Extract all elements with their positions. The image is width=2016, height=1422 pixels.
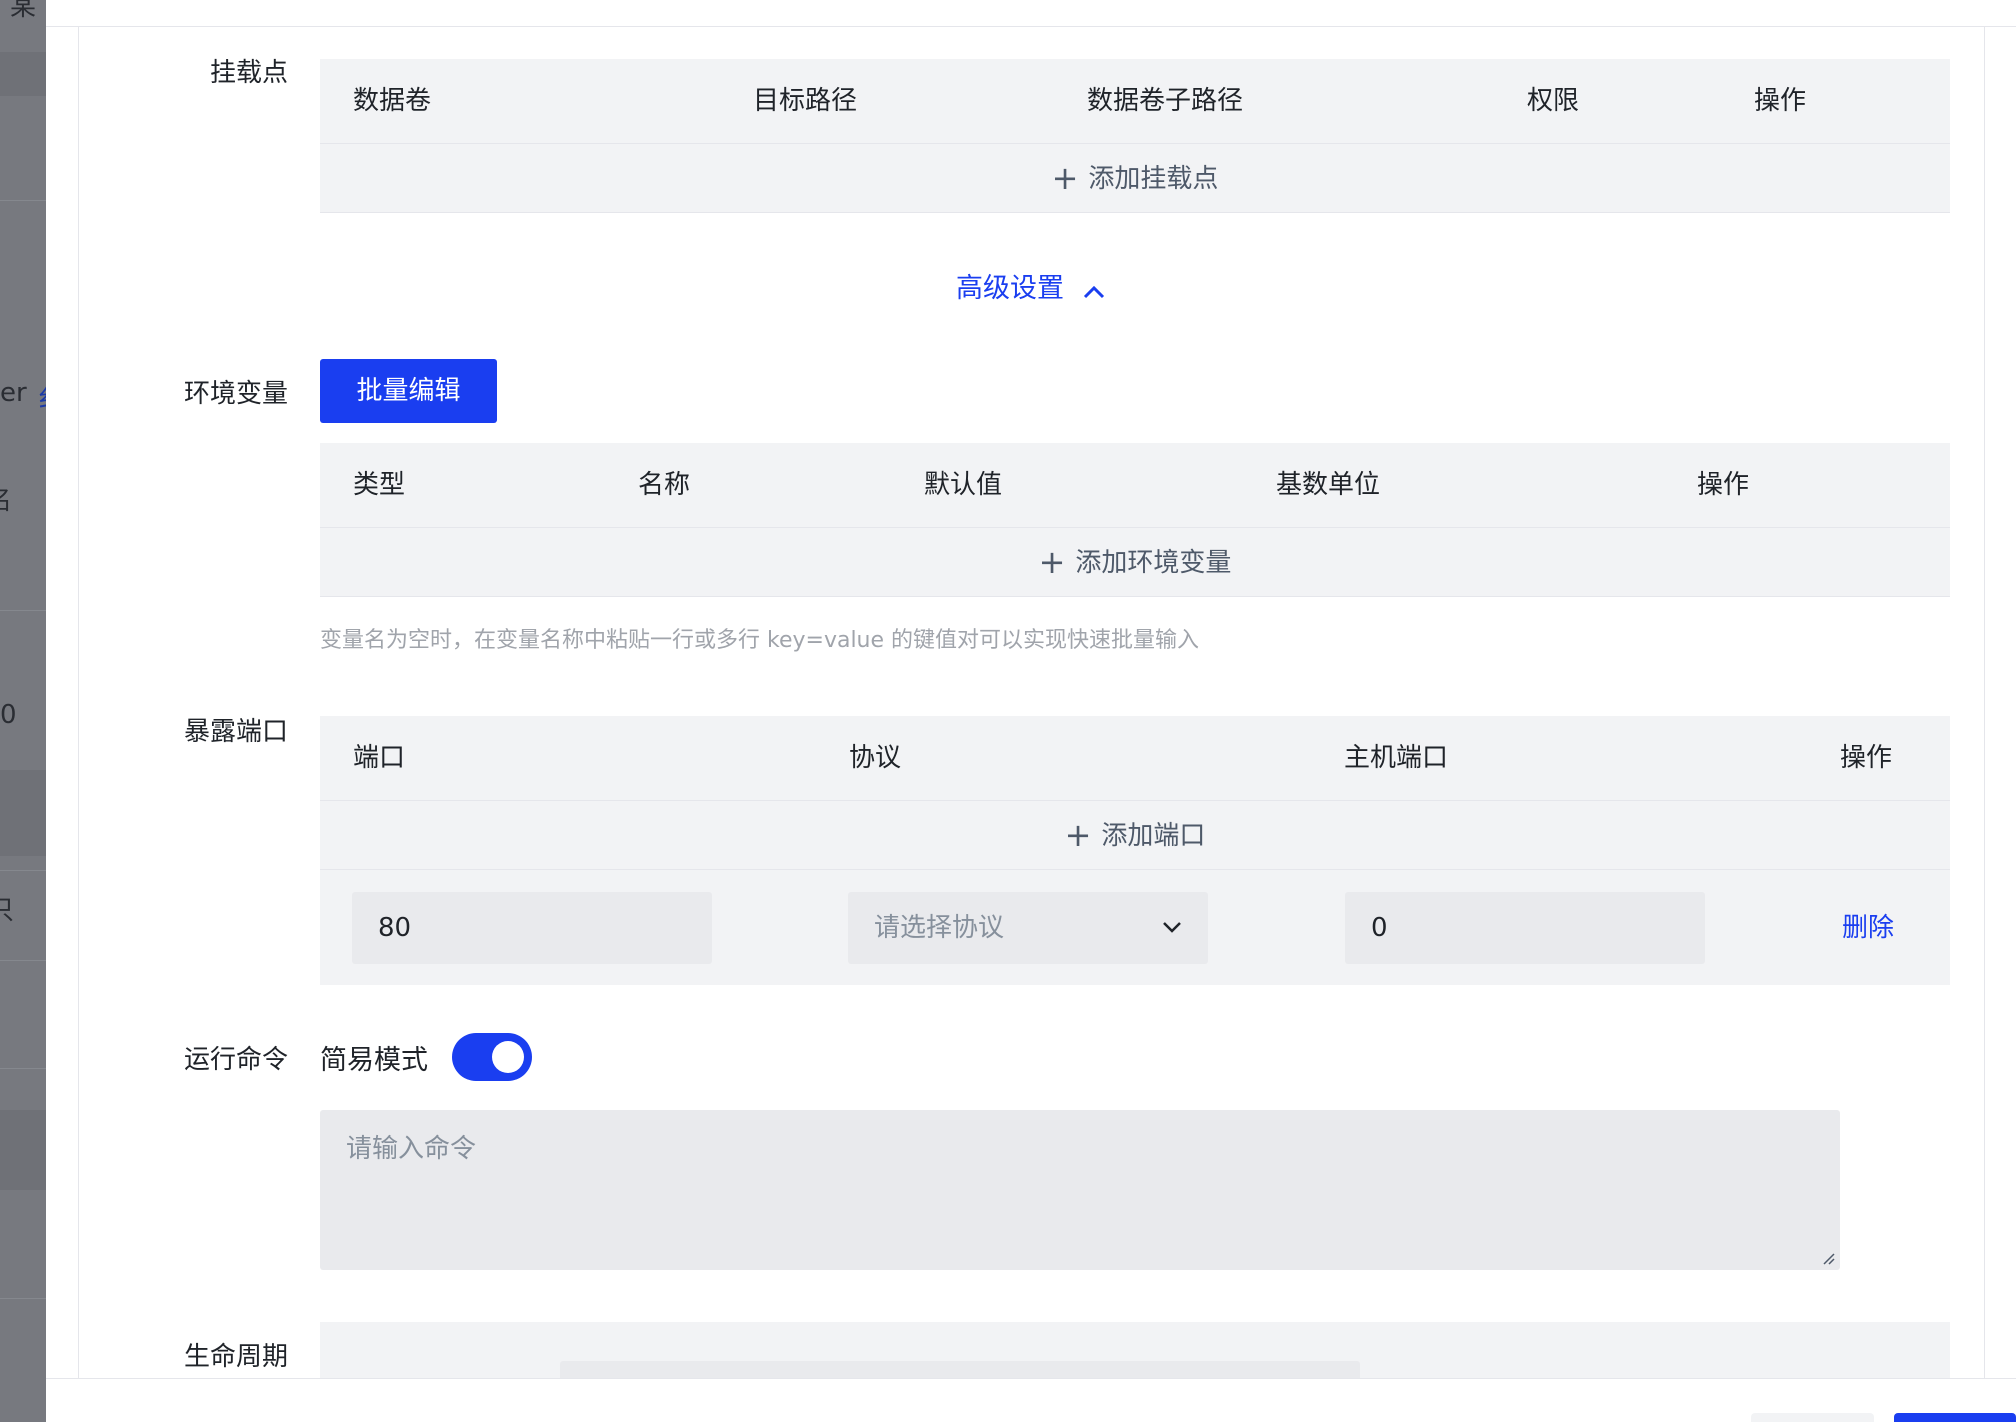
resize-grip-icon[interactable]	[1820, 1250, 1836, 1266]
env-table: 类型 名称 默认值 基数单位 操作 + 添加环境变量	[320, 443, 1950, 597]
column-header: 基数单位	[1276, 470, 1381, 500]
column-header: 类型	[353, 470, 406, 500]
command-label: 运行命令	[183, 1045, 288, 1075]
form-right-border	[1984, 27, 1985, 1378]
delete-port-link[interactable]: 删除	[1842, 906, 1894, 950]
column-header: 协议	[849, 743, 902, 773]
lifecycle-input[interactable]	[560, 1361, 1360, 1378]
chevron-up-icon	[1083, 285, 1104, 299]
add-port-button[interactable]: + 添加端口	[320, 801, 1950, 870]
batch-edit-button[interactable]: 批量编辑	[320, 359, 497, 423]
background-divider	[0, 200, 46, 201]
simple-mode-toggle[interactable]	[452, 1033, 532, 1081]
confirm-button[interactable]	[1894, 1413, 2016, 1422]
background-divider	[0, 1298, 46, 1299]
background-text: er	[0, 378, 27, 408]
advanced-settings-label: 高级设置	[956, 273, 1064, 304]
background-divider	[0, 960, 46, 961]
add-mount-button[interactable]: + 添加挂载点	[320, 144, 1950, 213]
protocol-select[interactable]: 请选择协议	[848, 892, 1208, 964]
port-input[interactable]: 80	[352, 892, 712, 964]
column-header: 操作	[1840, 743, 1893, 773]
background-text: 只	[0, 896, 15, 926]
simple-mode-label: 简易模式	[320, 1045, 428, 1076]
chevron-down-icon	[1163, 922, 1181, 933]
background-band	[0, 770, 46, 856]
advanced-settings-toggle[interactable]: 高级设置	[956, 266, 1105, 305]
env-label: 环境变量	[183, 379, 288, 409]
column-header: 名称	[638, 470, 691, 500]
background-divider	[0, 610, 46, 611]
column-header: 操作	[1697, 470, 1750, 500]
env-table-header: 类型 名称 默认值 基数单位 操作	[320, 443, 1950, 528]
column-header: 操作	[1754, 86, 1807, 116]
mounts-table: 数据卷 目标路径 数据卷子路径 权限 操作 + 添加挂载点	[320, 59, 1950, 213]
plus-icon: +	[1064, 816, 1092, 854]
ports-label: 暴露端口	[183, 717, 288, 747]
add-env-button[interactable]: + 添加环境变量	[320, 528, 1950, 597]
column-header: 权限	[1527, 86, 1580, 116]
command-placeholder: 请输入命令	[346, 1134, 477, 1164]
container-config-drawer: 挂载点 数据卷 目标路径 数据卷子路径 权限 操作 + 添加挂载点 高级设置 环境…	[46, 0, 2016, 1422]
lifecycle-label: 生命周期	[183, 1342, 288, 1372]
cancel-button[interactable]	[1751, 1413, 1874, 1422]
add-env-label: 添加环境变量	[1075, 548, 1232, 578]
column-header: 主机端口	[1344, 743, 1449, 773]
mounts-label: 挂载点	[209, 58, 288, 88]
background-text: 名	[0, 480, 12, 517]
ports-table-header: 端口 协议 主机端口 操作	[320, 716, 1950, 801]
background-divider	[0, 870, 46, 871]
add-mount-label: 添加挂载点	[1088, 164, 1219, 194]
protocol-placeholder: 请选择协议	[874, 913, 1005, 943]
background-divider	[0, 1068, 46, 1069]
command-textarea[interactable]: 请输入命令	[320, 1110, 1840, 1270]
background-text: 某	[10, 0, 37, 22]
add-port-label: 添加端口	[1101, 821, 1206, 851]
background-link-text: 纟	[38, 378, 46, 415]
column-header: 目标路径	[753, 86, 858, 116]
toggle-knob	[492, 1041, 524, 1073]
background-band	[0, 52, 46, 96]
background-text: 0	[0, 700, 17, 730]
drawer-footer	[46, 1378, 2016, 1422]
column-header: 端口	[353, 743, 406, 773]
drawer-header-divider	[46, 26, 2016, 27]
host-port-input[interactable]: 0	[1345, 892, 1705, 964]
plus-icon: +	[1051, 159, 1079, 197]
form-left-border	[78, 27, 79, 1378]
background-page: 某 er 纟 名 0 只	[0, 0, 46, 1422]
background-band	[0, 1110, 46, 1190]
mounts-table-header: 数据卷 目标路径 数据卷子路径 权限 操作	[320, 59, 1950, 144]
column-header: 默认值	[924, 470, 1003, 500]
column-header: 数据卷子路径	[1087, 86, 1244, 116]
plus-icon: +	[1038, 543, 1066, 581]
env-hint: 变量名为空时，在变量名称中粘贴一行或多行 key=value 的键值对可以实现快…	[320, 628, 1200, 653]
column-header: 数据卷	[353, 86, 432, 116]
